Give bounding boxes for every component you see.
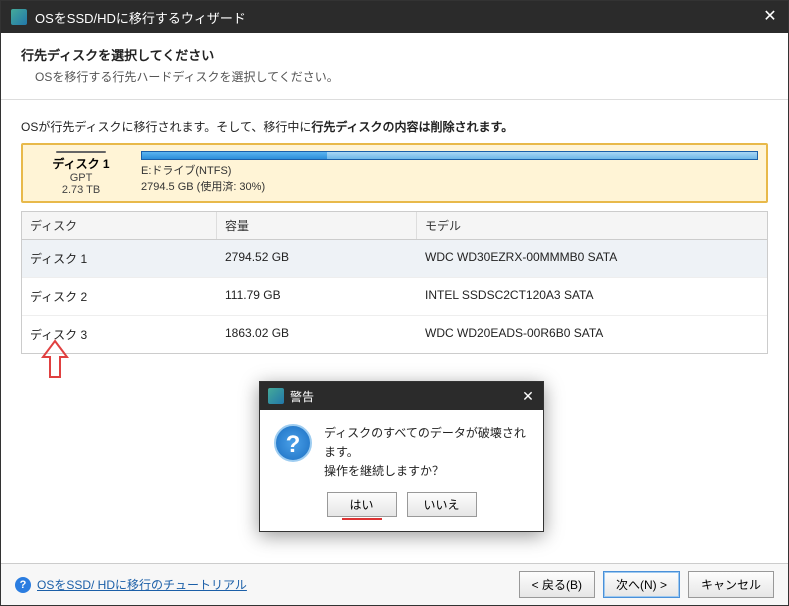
col-disk: ディスク (22, 212, 217, 239)
selected-disk-name: ディスク 1 (52, 155, 109, 172)
capacity-line: 2794.5 GB (使用済: 30%) (141, 180, 758, 195)
table-row[interactable]: ディスク 1 2794.52 GB WDC WD30EZRX-00MMMB0 S… (22, 240, 767, 278)
disk-table: ディスク 容量 モデル ディスク 1 2794.52 GB WDC WD30EZ… (21, 211, 768, 354)
question-icon: ? (274, 424, 312, 462)
cell-disk: ディスク 2 (22, 278, 217, 315)
page-title: 行先ディスクを選択してください (21, 45, 768, 64)
selected-disk-type: GPT (70, 172, 93, 184)
usage-bar-empty (327, 152, 758, 159)
annotation-arrow (41, 339, 69, 382)
titlebar: OSをSSD/HDに移行するウィザード ✕ (1, 1, 788, 33)
cell-disk: ディスク 1 (22, 240, 217, 277)
cell-model: INTEL SSDSC2CT120A3 SATA (417, 278, 767, 315)
page-subtitle: OSを移行する行先ハードディスクを選択してください。 (35, 68, 768, 85)
dialog-body: ? ディスクのすべてのデータが破壊されます。 操作を継続しますか？ (260, 410, 543, 492)
selected-disk-left: ディスク 1 GPT 2.73 TB (31, 151, 131, 195)
dialog-buttons: はい いいえ (260, 492, 543, 531)
dialog-titlebar: 警告 ✕ (260, 382, 543, 410)
dialog-text: ディスクのすべてのデータが破壊されます。 操作を継続しますか？ (324, 424, 529, 482)
usage-bar-fill (142, 152, 327, 159)
selected-disk-panel: ディスク 1 GPT 2.73 TB E:ドライブ(NTFS) 2794.5 G… (21, 143, 768, 203)
yes-button[interactable]: はい (327, 492, 397, 517)
disk-icon (56, 151, 106, 153)
cell-model: WDC WD20EADS-00R6B0 SATA (417, 316, 767, 353)
back-button[interactable]: < 戻る(B) (519, 571, 595, 598)
selected-disk-right: E:ドライブ(NTFS) 2794.5 GB (使用済: 30%) (141, 151, 758, 195)
table-header: ディスク 容量 モデル (22, 212, 767, 240)
cell-model: WDC WD30EZRX-00MMMB0 SATA (417, 240, 767, 277)
col-capacity: 容量 (217, 212, 417, 239)
warning-line2: 操作を継続しますか？ (324, 462, 529, 481)
content-area: OSが行先ディスクに移行されます。そして、移行中に行先ディスクの内容は削除されま… (1, 100, 788, 354)
info-bold: 行先ディスクの内容は削除されます。 (311, 120, 513, 134)
info-prefix: OSが行先ディスクに移行されます。そして、移行中に (21, 120, 311, 134)
warning-line1: ディスクのすべてのデータが破壊されます。 (324, 424, 529, 462)
footer: ? OSをSSD/ HDに移行のチュートリアル < 戻る(B) 次へ(N) > … (1, 563, 788, 605)
tutorial-link[interactable]: OSをSSD/ HDに移行のチュートリアル (37, 576, 247, 593)
wizard-window: OSをSSD/HDに移行するウィザード ✕ 行先ディスクを選択してください OS… (0, 0, 789, 606)
window-title: OSをSSD/HDに移行するウィザード (35, 8, 246, 27)
info-line: OSが行先ディスクに移行されます。そして、移行中に行先ディスクの内容は削除されま… (21, 118, 768, 135)
wizard-header: 行先ディスクを選択してください OSを移行する行先ハードディスクを選択してくださ… (1, 33, 788, 100)
app-icon (11, 9, 27, 25)
footer-link-wrap: ? OSをSSD/ HDに移行のチュートリアル (15, 576, 511, 593)
dialog-close-icon[interactable]: ✕ (519, 387, 537, 405)
next-button[interactable]: 次へ(N) > (603, 571, 680, 598)
dialog-app-icon (268, 388, 284, 404)
table-row[interactable]: ディスク 2 111.79 GB INTEL SSDSC2CT120A3 SAT… (22, 278, 767, 316)
close-icon[interactable]: ✕ (760, 7, 780, 27)
usage-bar (141, 151, 758, 160)
table-row[interactable]: ディスク 3 1863.02 GB WDC WD20EADS-00R6B0 SA… (22, 316, 767, 353)
cell-capacity: 2794.52 GB (217, 240, 417, 277)
cell-capacity: 1863.02 GB (217, 316, 417, 353)
help-icon: ? (15, 577, 31, 593)
dialog-title: 警告 (290, 388, 314, 405)
drive-label: E:ドライブ(NTFS) (141, 164, 758, 179)
cell-capacity: 111.79 GB (217, 278, 417, 315)
selected-disk-size: 2.73 TB (62, 184, 100, 196)
cancel-button[interactable]: キャンセル (688, 571, 774, 598)
no-button[interactable]: いいえ (407, 492, 477, 517)
warning-dialog: 警告 ✕ ? ディスクのすべてのデータが破壊されます。 操作を継続しますか？ は… (259, 381, 544, 532)
col-model: モデル (417, 212, 767, 239)
